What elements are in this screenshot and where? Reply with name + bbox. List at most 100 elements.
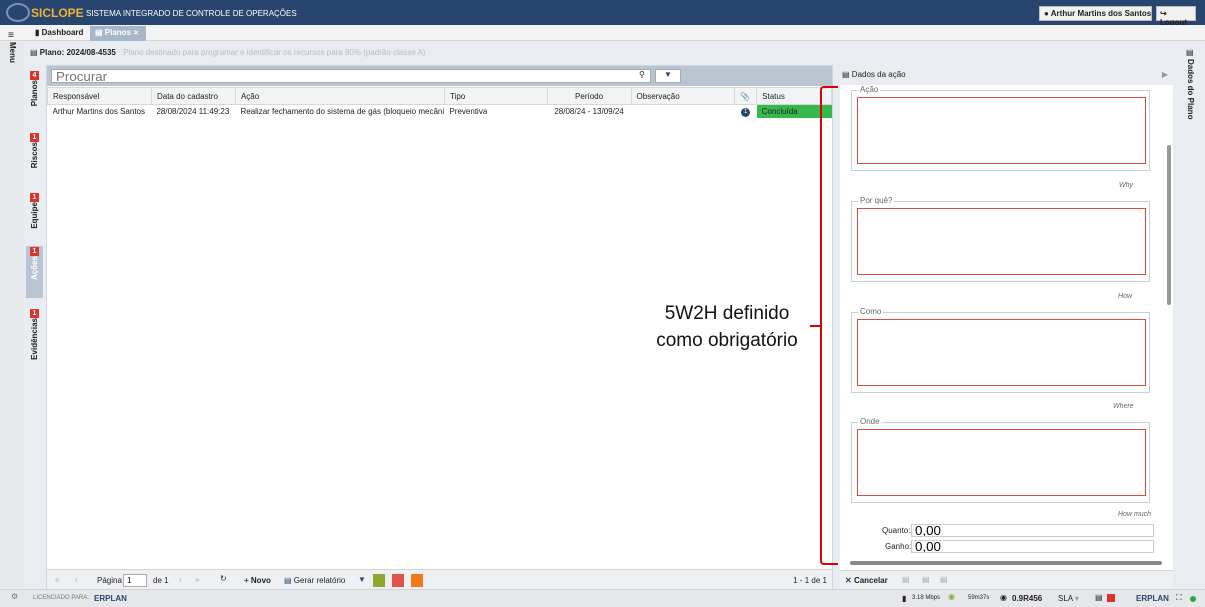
field-acao: Ação xyxy=(851,85,1150,171)
filter-red-icon[interactable] xyxy=(392,574,404,587)
search-input[interactable] xyxy=(51,69,651,83)
actions-table: Responsável Data do cadastro Ação Tipo P… xyxy=(47,87,832,118)
user-icon: ● xyxy=(1044,9,1049,18)
filter-orange-icon[interactable] xyxy=(411,574,423,587)
fullscreen-icon[interactable]: ⛶ xyxy=(1176,593,1182,603)
version: 0.9R456 xyxy=(1012,594,1043,603)
refresh-icon[interactable]: ↻ xyxy=(220,574,227,583)
side-tab-acoes[interactable]: 1 Ações xyxy=(26,246,43,298)
new-button[interactable]: + Novo xyxy=(244,576,271,585)
table-row[interactable]: Arthur Martins dos Santos 28/08/2024 11:… xyxy=(48,104,832,118)
tab-dashboard[interactable]: ▮ Dashboard xyxy=(30,26,88,41)
horizontal-scrollbar[interactable] xyxy=(850,561,1162,565)
ganho-input[interactable] xyxy=(911,540,1154,553)
cancel-button[interactable]: ✕ Cancelar xyxy=(845,576,888,585)
attachment-count[interactable]: 1 xyxy=(741,107,751,117)
column-header[interactable]: Tipo xyxy=(443,87,548,105)
menu-column: ≡ Menu xyxy=(0,30,24,588)
attachment-column-header[interactable]: 📎 xyxy=(734,87,758,105)
cell-periodo: 28/08/24 - 13/09/24 xyxy=(554,106,624,116)
settings-icon[interactable]: ⚙ xyxy=(11,592,18,601)
action-details-panel: ▤ Dados da ação ▶ Ação Why Por quê? How … xyxy=(840,66,1173,590)
top-bar: SICLOPE SISTEMA INTEGRADO DE CONTROLE DE… xyxy=(0,0,1205,27)
panel-header: ▤ Dados da ação ▶ xyxy=(842,70,1172,82)
brand-logo: ERPLAN xyxy=(1136,594,1169,603)
cell-tipo: Preventiva xyxy=(449,106,488,116)
side-tab-planos[interactable]: 4 Planos xyxy=(26,70,43,134)
prev-page-icon[interactable]: ‹ xyxy=(75,575,78,584)
filter-icon[interactable]: ▼ xyxy=(655,69,681,83)
paperclip-icon: 📎 xyxy=(740,91,751,101)
side-tab-riscos[interactable]: 1 Riscos xyxy=(26,132,43,180)
quanto-input[interactable] xyxy=(911,524,1154,537)
annotation-line: como obrigatório xyxy=(656,330,798,351)
network-icon: ▮ xyxy=(902,594,907,603)
search-icon[interactable]: ⚲ xyxy=(639,70,645,79)
collapse-icon[interactable]: ▶ xyxy=(1162,70,1168,79)
vertical-scrollbar[interactable] xyxy=(1167,145,1171,305)
side-tabs: 4 Planos 1 Riscos 1 Equipe 1 Ações 1 Evi… xyxy=(26,64,43,588)
badge: 1 xyxy=(30,247,39,256)
side-tab-label: Planos xyxy=(30,80,39,107)
como-textarea[interactable] xyxy=(857,319,1146,386)
clipboard-icon: ▤ xyxy=(842,70,850,79)
page-input[interactable] xyxy=(123,574,147,587)
tab-planos[interactable]: ▤ Planos ✕ xyxy=(90,26,146,41)
menu-label[interactable]: Menu xyxy=(8,42,17,63)
hint-how: How xyxy=(1118,293,1133,300)
filter-green-icon[interactable] xyxy=(373,574,385,587)
report-label: Gerar relatório xyxy=(293,576,346,585)
sla-label: SLA xyxy=(1058,594,1073,603)
side-tab-label: Equipe xyxy=(30,202,39,229)
tab-bar: ▮ Dashboard ▤ Planos ✕ xyxy=(0,25,1205,41)
user-menu-button[interactable]: ● Arthur Martins dos Santos ▾ xyxy=(1039,6,1152,21)
side-tab-equipe[interactable]: 1 Equipe xyxy=(26,192,43,242)
column-header[interactable]: Data do cadastro xyxy=(150,87,236,105)
hamburger-icon[interactable]: ≡ xyxy=(8,30,14,41)
column-header[interactable]: Ação xyxy=(234,87,445,105)
online-status-icon xyxy=(1190,596,1196,602)
field-label: Ação xyxy=(858,85,881,94)
plan-icon: ▤ xyxy=(30,48,38,57)
last-page-icon[interactable]: » xyxy=(195,575,199,584)
filter-icon[interactable]: ▼ xyxy=(358,575,366,584)
close-icon[interactable]: ✕ xyxy=(133,30,139,37)
tab-label: Dashboard xyxy=(41,28,84,37)
cell-acao: Realizar fechamento do sistema de gás (b… xyxy=(240,106,445,116)
column-header[interactable]: Responsável xyxy=(47,87,152,105)
badge: 1 xyxy=(30,133,39,142)
onde-textarea[interactable] xyxy=(857,429,1146,496)
side-tab-evidencias[interactable]: 1 Evidências xyxy=(26,308,43,366)
badge: 1 xyxy=(30,193,39,202)
column-header[interactable]: Observação xyxy=(630,87,736,105)
first-page-icon[interactable]: « xyxy=(55,575,59,584)
user-name: Arthur Martins dos Santos xyxy=(1050,9,1152,18)
calendar-icon[interactable] xyxy=(1107,594,1115,602)
plan-icon: ▤ xyxy=(1186,48,1194,57)
table-header: Responsável Data do cadastro Ação Tipo P… xyxy=(47,87,832,105)
status-bar: ⚙ LICENCIADO PARA: ERPLAN ▮ 3.18 Mbps ◉ … xyxy=(0,589,1205,607)
logout-button[interactable]: ↪ Logout xyxy=(1156,6,1196,27)
badge: 4 xyxy=(30,71,39,80)
field-label: Por quê? xyxy=(858,196,895,205)
report-button[interactable]: ▤ Gerar relatório xyxy=(284,576,345,585)
acao-textarea[interactable] xyxy=(857,97,1146,164)
side-tab-dados-plano[interactable]: ▤ Dados do Plano xyxy=(1183,48,1199,128)
logo-icon xyxy=(6,3,30,22)
session-time: 59m37s xyxy=(968,595,990,601)
sla-select[interactable]: SLA ▾ xyxy=(1058,594,1079,603)
column-header[interactable]: Período xyxy=(546,87,632,105)
cell-responsavel: Arthur Martins dos Santos xyxy=(52,106,145,116)
annotation-bracket xyxy=(820,86,838,565)
por-que-textarea[interactable] xyxy=(857,208,1146,275)
document-icon: ▤ xyxy=(284,576,292,585)
company-name: ERPLAN xyxy=(94,594,127,603)
next-page-icon[interactable]: › xyxy=(179,575,182,584)
gauge-icon: ◉ xyxy=(948,592,955,601)
history-icon[interactable]: ▤ xyxy=(940,575,948,584)
notes-icon[interactable]: ▤ xyxy=(1095,593,1103,602)
duplicate-icon[interactable]: ▤ xyxy=(922,575,930,584)
search-row: ⚲ ▼ xyxy=(47,66,832,86)
field-label: Como xyxy=(858,307,884,316)
copy-icon[interactable]: ▤ xyxy=(902,575,910,584)
